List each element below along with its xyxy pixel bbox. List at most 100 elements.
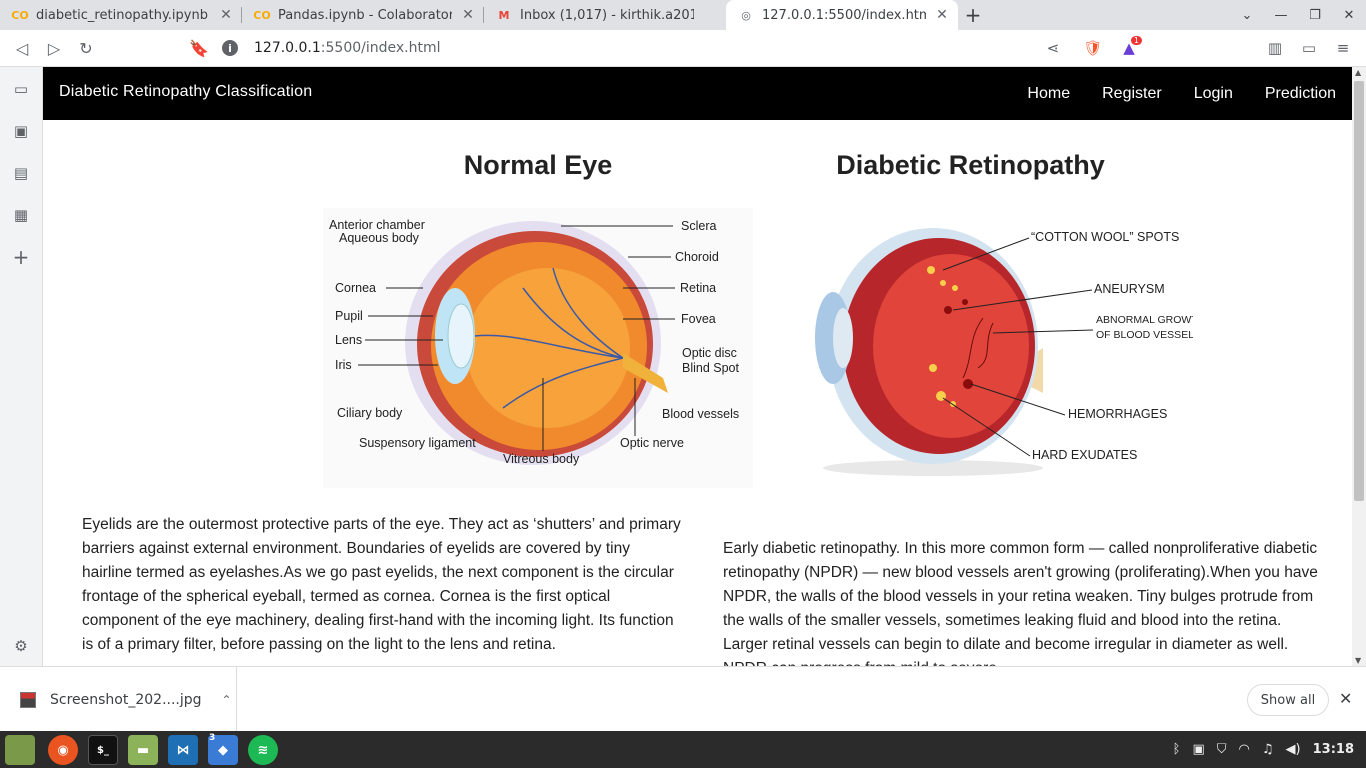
web-page: Diabetic Retinopathy Classification Home… — [43, 67, 1352, 666]
label-fovea: Fovea — [681, 312, 716, 326]
chevron-down-icon[interactable]: ⌄ — [1230, 8, 1264, 23]
site-nav-links: Home Register Login Prediction — [1011, 67, 1352, 120]
bookmarks-icon[interactable]: ▤ — [10, 162, 32, 184]
file-manager-icon[interactable]: ▬ — [128, 735, 158, 765]
wallet-icon[interactable]: ▭ — [1294, 33, 1324, 63]
close-icon[interactable]: ✕ — [460, 7, 476, 23]
nav-prediction[interactable]: Prediction — [1265, 85, 1336, 103]
label-pupil: Pupil — [335, 309, 363, 323]
nav-register[interactable]: Register — [1102, 85, 1162, 103]
os-taskbar: ◉ $_ ▬ ⋈ ◆ 3 ≋ ᛒ ▣ ⛉ ◠ ♫ ◀) 13:18 — [0, 731, 1366, 768]
globe-icon: ◎ — [741, 8, 751, 22]
tab-title: diabetic_retinopathy.ipynb - Colab — [36, 7, 210, 23]
brave-browser-icon[interactable]: ◆ 3 — [208, 733, 238, 765]
label-suspensory-ligament: Suspensory ligament — [359, 436, 476, 450]
close-icon[interactable]: ✕ — [934, 7, 950, 23]
firefox-icon[interactable]: ◉ — [48, 735, 78, 765]
label-blood-vessels: OF BLOOD VESSELS — [1096, 329, 1193, 341]
label-retina: Retina — [680, 281, 716, 295]
show-all-button[interactable]: Show all — [1247, 684, 1329, 716]
browser-sidebar: ▭ ▣ ▤ ▦ + ⚙ — [0, 67, 43, 666]
shield-icon[interactable]: ⛉ — [1217, 742, 1227, 757]
label-ciliary-body: Ciliary body — [337, 406, 403, 420]
page-scrollbar[interactable]: ▲ ▼ — [1352, 67, 1366, 666]
diabetic-retinopathy-diagram: “COTTON WOOL” SPOTS ANEURYSM ABNORMAL GR… — [793, 208, 1193, 478]
site-info-icon[interactable]: i — [222, 40, 238, 56]
video-icon[interactable]: ▭ — [10, 78, 32, 100]
label-anterior-chamber: Anterior chamber — [329, 218, 425, 232]
sidebar-toggle-icon[interactable]: ▥ — [1260, 33, 1290, 63]
brave-shield-icon[interactable]: 🛡 — [1078, 33, 1108, 63]
label-cornea: Cornea — [335, 281, 376, 295]
window-count-badge: 3 — [209, 733, 216, 743]
close-download-bar-icon[interactable]: ✕ — [1339, 689, 1352, 708]
files-desktop-icon[interactable] — [5, 735, 35, 765]
label-optic-nerve: Optic nerve — [620, 436, 684, 450]
settings-gear-icon[interactable]: ⚙ — [10, 635, 32, 657]
rewards-badge: 1 — [1130, 36, 1142, 45]
reading-list-icon[interactable]: ▦ — [10, 204, 32, 226]
label-aneurysm: ANEURYSM — [1094, 282, 1165, 296]
clipboard-icon[interactable]: ▣ — [1192, 742, 1204, 757]
wifi-icon[interactable]: ◠ — [1239, 742, 1250, 757]
label-iris: Iris — [335, 358, 352, 372]
tab-strip: CO diabetic_retinopathy.ipynb - Colab ✕ … — [0, 0, 1366, 30]
tab-colab-diabetic[interactable]: CO diabetic_retinopathy.ipynb - Colab ✕ — [0, 0, 242, 30]
menu-icon[interactable]: ≡ — [1328, 33, 1358, 63]
normal-eye-description: Eyelids are the outermost protective par… — [82, 516, 681, 653]
vscode-icon[interactable]: ⋈ — [168, 735, 198, 765]
label-aqueous-body: Aqueous body — [339, 231, 420, 245]
tab-title: Inbox (1,017) - kirthik.a2019@kgkit — [520, 7, 694, 23]
normal-eye-heading: Normal Eye — [463, 150, 613, 180]
tab-gmail-inbox[interactable]: M Inbox (1,017) - kirthik.a2019@kgkit — [484, 0, 726, 30]
label-abnormal-growth: ABNORMAL GROWTH — [1096, 314, 1193, 326]
spotify-icon[interactable]: ≋ — [248, 735, 278, 765]
site-brand[interactable]: Diabetic Retinopathy Classification — [59, 83, 312, 101]
diabetic-retinopathy-description: Early diabetic retinopathy. In this more… — [723, 540, 1318, 666]
terminal-icon[interactable]: $_ — [88, 735, 118, 765]
back-icon[interactable]: ◁ — [6, 32, 38, 64]
reload-icon[interactable]: ↻ — [70, 32, 102, 64]
brave-rewards-icon[interactable]: ▲ 1 — [1114, 33, 1144, 63]
scrollbar-thumb[interactable] — [1354, 81, 1364, 501]
bookmark-icon[interactable]: 🔖 — [183, 32, 215, 64]
system-tray: ᛒ ▣ ⛉ ◠ ♫ ◀) 13:18 — [1173, 731, 1366, 768]
address-bar[interactable]: i 127.0.0.1:5500/index.html — [222, 33, 1073, 63]
label-sclera: Sclera — [681, 219, 716, 233]
gmail-icon: M — [498, 8, 510, 22]
normal-eye-diagram: Anterior chamber Aqueous body Cornea Pup… — [323, 208, 753, 488]
colab-icon: CO — [253, 8, 271, 22]
clock[interactable]: 13:18 — [1313, 742, 1354, 757]
close-window-icon[interactable]: ✕ — [1332, 8, 1366, 23]
label-choroid: Choroid — [675, 250, 719, 264]
site-navbar: Diabetic Retinopathy Classification Home… — [43, 67, 1352, 120]
tab-colab-pandas[interactable]: CO Pandas.ipynb - Colaboratory ✕ — [242, 0, 484, 30]
window-controls: ⌄ — ❐ ✕ — [1230, 0, 1366, 30]
nav-login[interactable]: Login — [1194, 85, 1233, 103]
forward-icon[interactable]: ▷ — [38, 32, 70, 64]
volume-icon[interactable]: ◀) — [1286, 742, 1301, 757]
wallet-icon[interactable]: ▣ — [10, 120, 32, 142]
tab-title: Pandas.ipynb - Colaboratory — [278, 7, 452, 23]
restore-icon[interactable]: ❐ — [1298, 8, 1332, 23]
chevron-up-icon[interactable]: ⌃ — [222, 693, 232, 707]
new-tab-button[interactable]: + — [958, 0, 988, 30]
label-hemorrhages: HEMORRHAGES — [1068, 407, 1167, 421]
download-bar: Screenshot_202....jpg ⌃ Show all ✕ — [0, 666, 1366, 732]
share-icon[interactable]: ⋖ — [1038, 33, 1068, 63]
download-item[interactable]: Screenshot_202....jpg ⌃ — [0, 667, 237, 732]
download-filename: Screenshot_202....jpg — [50, 691, 202, 708]
nav-home[interactable]: Home — [1027, 85, 1070, 103]
tab-index-html[interactable]: ◎ 127.0.0.1:5500/index.html ✕ — [726, 0, 958, 30]
scroll-up-icon[interactable]: ▲ — [1355, 68, 1361, 77]
add-icon[interactable]: + — [10, 245, 32, 269]
label-lens: Lens — [335, 333, 362, 347]
minimize-icon[interactable]: — — [1264, 8, 1298, 23]
music-icon[interactable]: ♫ — [1262, 742, 1274, 757]
label-optic-disc: Optic disc — [682, 346, 737, 360]
label-blood-vessels: Blood vessels — [662, 407, 739, 421]
scroll-down-icon[interactable]: ▼ — [1355, 656, 1361, 665]
bluetooth-icon[interactable]: ᛒ — [1173, 742, 1181, 757]
browser-toolbar: ◁ ▷ ↻ 🔖 i 127.0.0.1:5500/index.html ⋖ 🛡 … — [0, 30, 1366, 67]
close-icon[interactable]: ✕ — [218, 7, 234, 23]
